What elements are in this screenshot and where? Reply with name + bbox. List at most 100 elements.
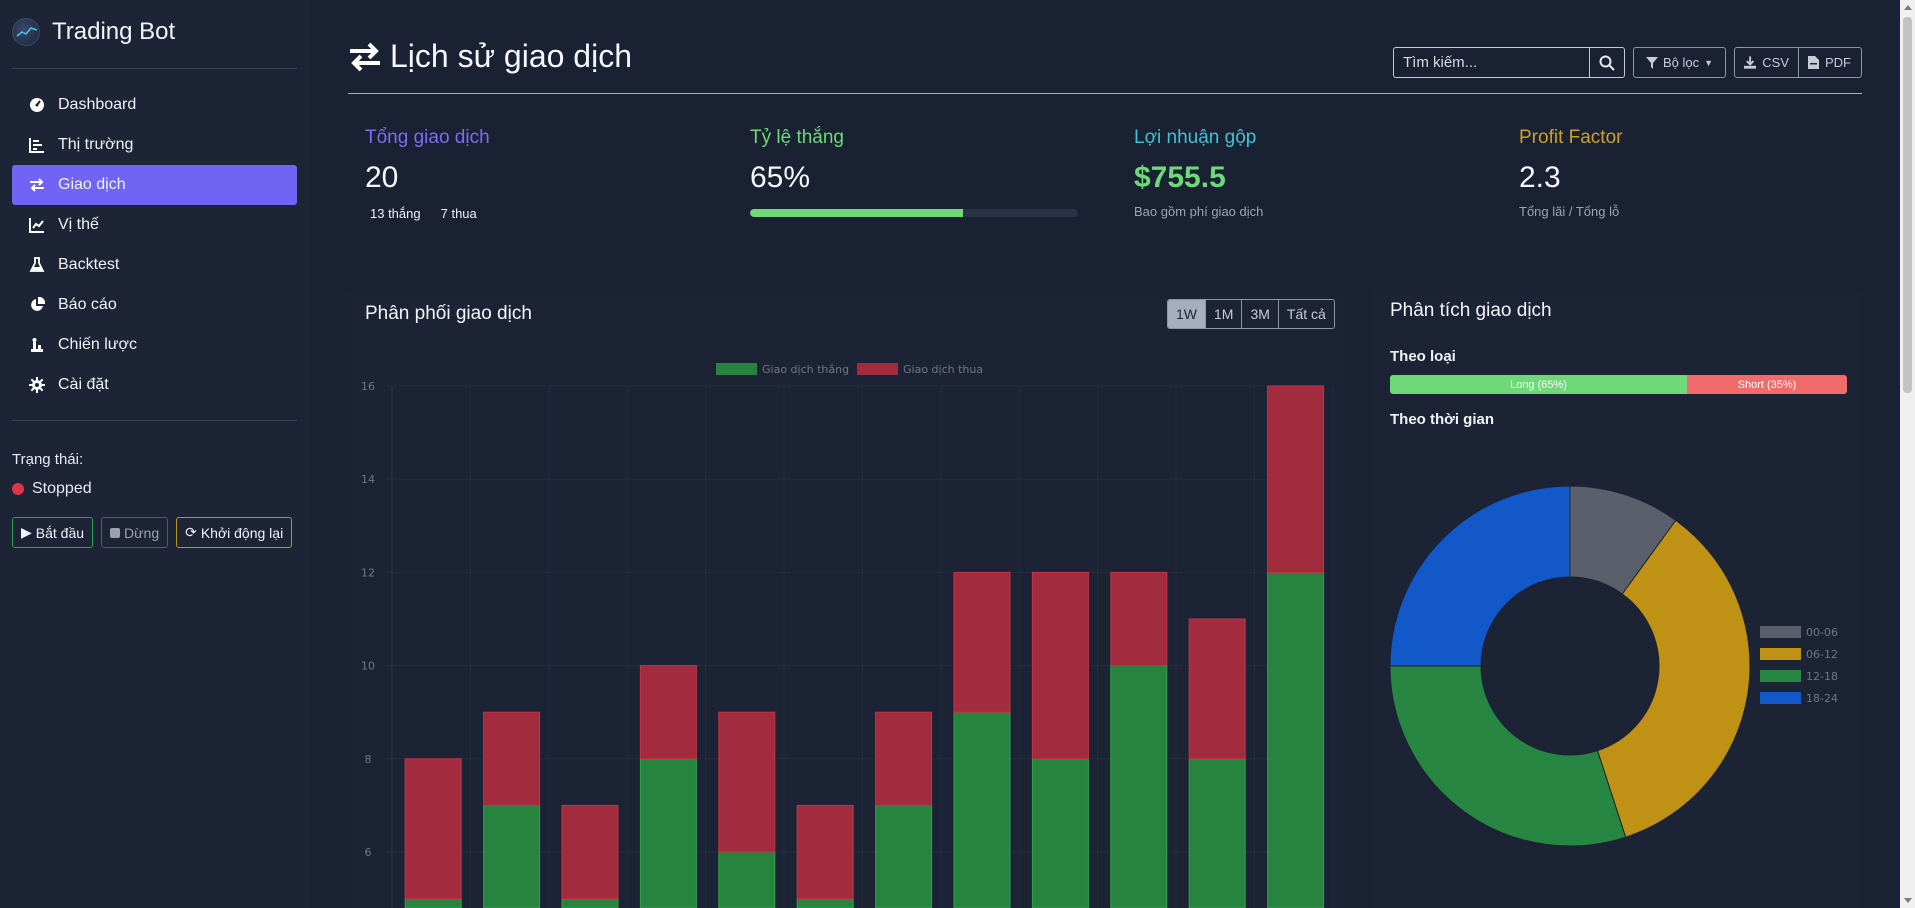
- search-button[interactable]: [1589, 47, 1625, 78]
- legend-label: Giao dịch thua: [903, 363, 983, 376]
- sidebar-item-label: Báo cáo: [58, 296, 117, 313]
- list-chart-icon: [28, 136, 46, 154]
- stat-label: Tổng giao dịch: [365, 127, 490, 148]
- status-label: Trạng thái:: [12, 451, 84, 468]
- bar-loss: [561, 804, 619, 900]
- sidebar-item-dashboard[interactable]: Dashboard: [12, 85, 297, 125]
- legend-swatch: [1760, 648, 1801, 660]
- search-input[interactable]: [1393, 47, 1589, 78]
- wins-count: 13 thắng: [370, 206, 421, 221]
- stat-value: $755.5: [1134, 161, 1226, 194]
- bar-loss: [483, 711, 541, 806]
- sidebar-item-label: Chiến lược: [58, 336, 138, 353]
- export-group: CSV PDF: [1734, 47, 1862, 78]
- filter-label: Bộ lọc: [1662, 55, 1700, 70]
- distribution-title: Phân phối giao dịch: [365, 303, 532, 324]
- stat-total-trades: Tổng giao dịch 20 13 thắng 7 thua: [365, 127, 490, 221]
- filter-dropdown-button[interactable]: Bộ lọc ▼: [1633, 47, 1726, 78]
- y-tick-label: 16: [361, 380, 375, 393]
- gear-icon: [28, 376, 46, 394]
- legend-label: 18-24: [1806, 692, 1838, 705]
- bar-win: [953, 711, 1011, 908]
- sidebar-item-settings[interactable]: Cài đặt: [12, 365, 297, 405]
- sidebar-item-trades[interactable]: Giao dịch: [12, 165, 297, 205]
- distribution-bar-chart: 6 8 10 12 14 16 Giao dịch thắng Giao dịch thua: [361, 363, 1334, 908]
- bar-loss: [875, 711, 933, 806]
- brand[interactable]: Trading Bot: [12, 18, 175, 46]
- csv-label: CSV: [1762, 55, 1789, 70]
- stat-label: Profit Factor: [1519, 127, 1623, 148]
- y-tick-label: 6: [365, 846, 372, 859]
- stat-value: 2.3: [1519, 161, 1561, 194]
- bar-win: [875, 804, 933, 908]
- bar-win: [1188, 758, 1246, 908]
- sidebar-item-market[interactable]: Thị trường: [12, 125, 297, 165]
- exchange-icon: [28, 176, 46, 194]
- range-button-1m[interactable]: 1M: [1205, 300, 1241, 328]
- win-loss-counts: 13 thắng 7 thua: [365, 206, 490, 221]
- stop-label: Dừng: [124, 524, 160, 541]
- sidebar-item-backtest[interactable]: Backtest: [12, 245, 297, 285]
- bar-loss: [1188, 618, 1246, 760]
- chess-icon: [28, 336, 46, 354]
- legend-swatch: [716, 363, 757, 375]
- donut-slice: [1389, 485, 1571, 667]
- range-button-3m[interactable]: 3M: [1241, 300, 1277, 328]
- legend-label: 12-18: [1806, 670, 1838, 683]
- restart-button[interactable]: ⟳ Khởi động lại: [176, 517, 293, 548]
- filter-icon: [1645, 56, 1658, 69]
- page-scrollbar[interactable]: [1900, 0, 1915, 908]
- bar-loss: [639, 665, 697, 760]
- legend-swatch: [1760, 692, 1801, 704]
- start-label: Bắt đầu: [35, 524, 85, 541]
- line-chart-icon: [28, 216, 46, 234]
- scroll-down-icon[interactable]: [1900, 893, 1915, 908]
- legend-swatch: [857, 363, 898, 375]
- bar-win: [561, 898, 619, 908]
- by-time-title: Theo thời gian: [1390, 411, 1494, 428]
- sidebar-item-positions[interactable]: Vị thế: [12, 205, 297, 245]
- scroll-up-icon[interactable]: [1900, 0, 1915, 15]
- legend-swatch: [1760, 670, 1801, 682]
- win-rate-progress: [750, 209, 1078, 217]
- bar-win: [483, 804, 541, 908]
- stat-value: 65%: [750, 161, 811, 194]
- pie-chart-icon: [28, 296, 46, 314]
- sidebar-item-label: Vị thế: [58, 216, 99, 233]
- legend-label: 00-06: [1806, 626, 1838, 639]
- status-dot-icon: [12, 483, 24, 495]
- scroll-thumb[interactable]: [1903, 17, 1912, 393]
- bar-win: [718, 851, 776, 908]
- stat-sub: Bao gồm phí giao dịch: [1134, 204, 1264, 219]
- export-csv-button[interactable]: CSV: [1734, 47, 1799, 78]
- download-icon: [1744, 56, 1757, 69]
- sidebar-item-label: Giao dịch: [58, 176, 126, 193]
- y-tick-label: 8: [365, 753, 372, 766]
- bar-loss: [718, 711, 776, 853]
- bar-loss: [1031, 571, 1089, 760]
- bar-loss: [1267, 385, 1325, 573]
- stop-button[interactable]: Dừng: [101, 517, 169, 548]
- range-button-all[interactable]: Tất cả: [1277, 300, 1334, 328]
- sidebar-item-strategy[interactable]: Chiến lược: [12, 325, 297, 365]
- bar-win: [404, 898, 462, 908]
- sidebar-item-reports[interactable]: Báo cáo: [12, 285, 297, 325]
- export-pdf-button[interactable]: PDF: [1799, 47, 1862, 78]
- stat-gross-profit: Lợi nhuận gộp $755.5 Bao gồm phí giao dị…: [1134, 127, 1263, 219]
- sidebar-nav: Dashboard Thị trường Giao dịch Vị thế Ba…: [12, 85, 297, 405]
- search-icon: [1599, 55, 1615, 71]
- bar-loss: [953, 571, 1011, 713]
- stat-label: Lợi nhuận gộp: [1134, 127, 1257, 148]
- gauge-icon: [28, 96, 46, 114]
- flask-icon: [28, 256, 46, 274]
- start-button[interactable]: ▶ Bắt đầu: [12, 517, 94, 548]
- exchange-icon: [350, 42, 380, 71]
- sidebar-item-label: Dashboard: [58, 96, 137, 113]
- play-icon: ▶: [21, 524, 32, 540]
- app-title: Trading Bot: [52, 18, 176, 45]
- range-button-1w[interactable]: 1W: [1168, 300, 1205, 328]
- bar-loss: [1110, 571, 1168, 667]
- bar-win: [796, 898, 854, 908]
- stat-win-rate: Tỷ lệ thắng 65%: [750, 127, 1078, 217]
- restart-label: Khởi động lại: [200, 524, 284, 541]
